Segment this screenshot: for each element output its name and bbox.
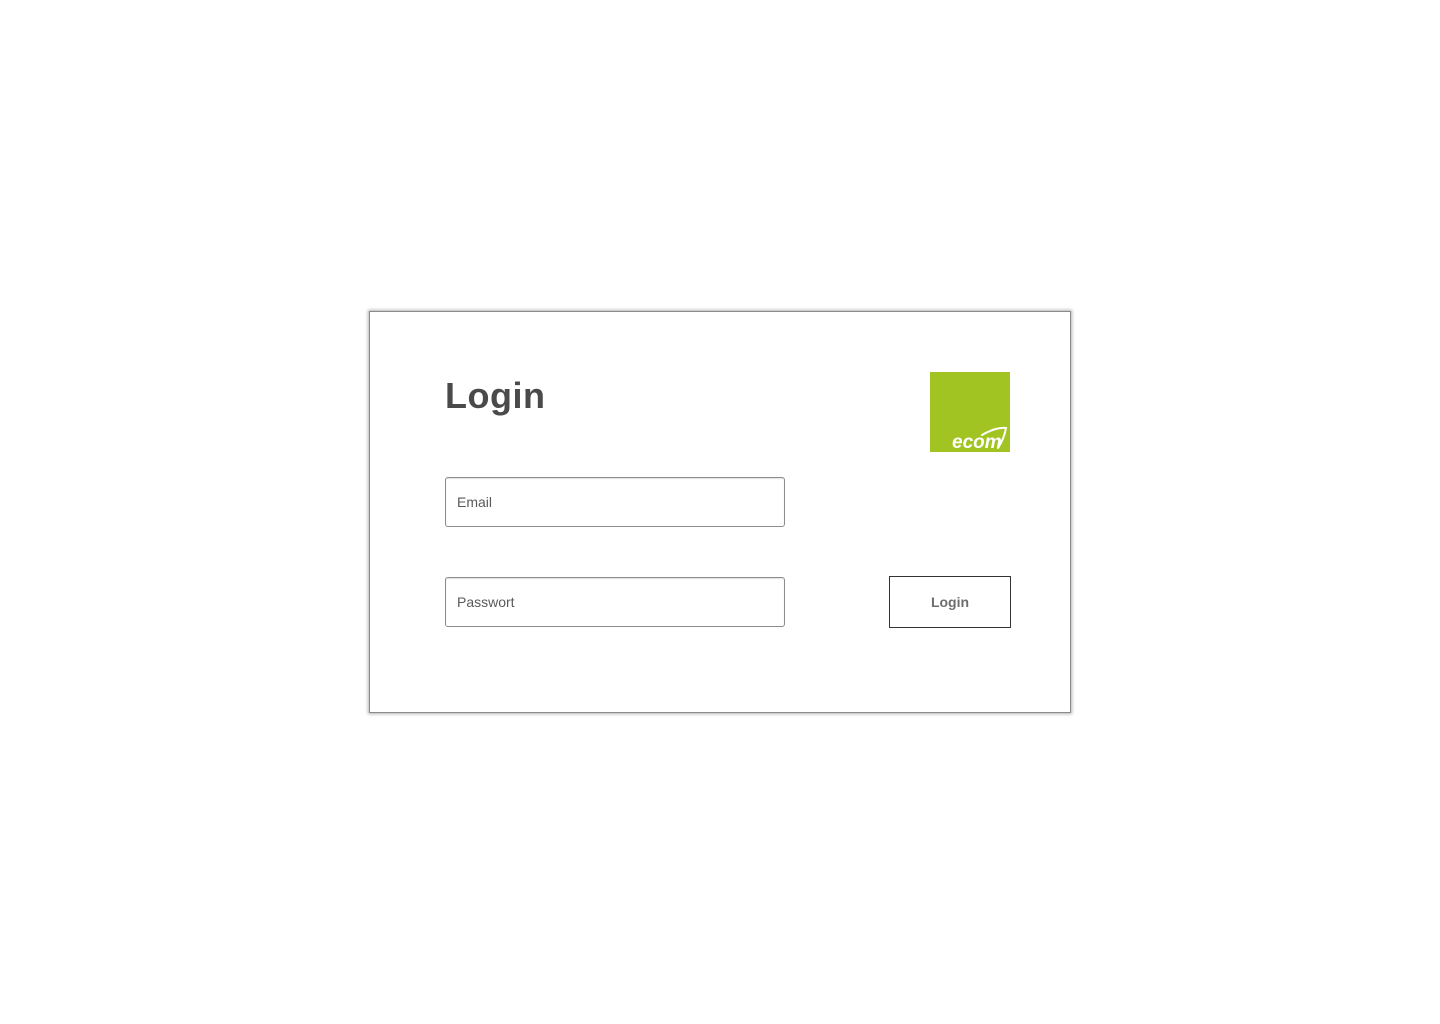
login-button[interactable]: Login	[889, 576, 1011, 628]
login-card: Login ecom Login	[369, 311, 1071, 713]
login-title: Login	[445, 375, 546, 416]
ecom-logo-icon: ecom	[930, 372, 1010, 452]
password-field[interactable]	[445, 577, 785, 627]
logo-text: ecom	[952, 432, 1002, 452]
login-page: Login ecom Login	[0, 0, 1440, 1024]
email-field[interactable]	[445, 477, 785, 527]
